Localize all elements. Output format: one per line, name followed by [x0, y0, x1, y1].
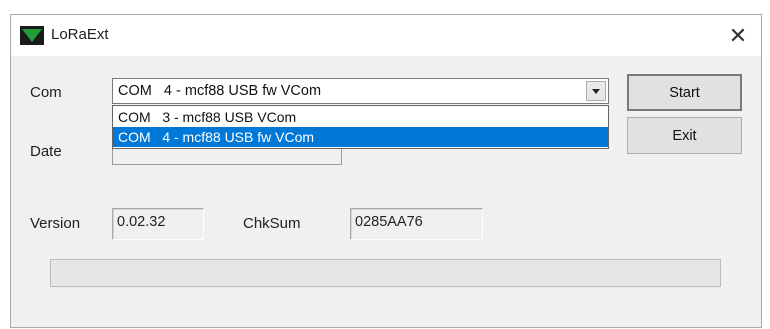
app-icon	[20, 26, 44, 45]
com-selected-value: COM 4 - mcf88 USB fw VCom	[118, 83, 322, 99]
start-button[interactable]: Start	[627, 74, 742, 111]
chksum-label: ChkSum	[243, 215, 301, 232]
date-label: Date	[30, 143, 62, 160]
chevron-down-icon[interactable]	[586, 81, 606, 101]
close-button[interactable]: ✕	[715, 15, 761, 56]
app-window: LoRaExt ✕ Com COM 4 - mcf88 USB fw VCom …	[10, 14, 762, 328]
com-dropdown-list: COM 3 - mcf88 USB VCom COM 4 - mcf88 USB…	[112, 105, 609, 149]
chksum-field: 0285AA76	[350, 208, 483, 240]
version-field: 0.02.32	[112, 208, 204, 240]
window-title: LoRaExt	[51, 26, 109, 43]
com-select[interactable]: COM 4 - mcf88 USB fw VCom	[112, 78, 609, 104]
title-bar: LoRaExt ✕	[11, 15, 761, 56]
com-option-1[interactable]: COM 3 - mcf88 USB VCom	[113, 107, 608, 127]
exit-button[interactable]: Exit	[627, 117, 742, 154]
version-label: Version	[30, 215, 81, 232]
date-field	[112, 149, 342, 165]
com-label: Com	[30, 84, 62, 101]
progress-bar	[50, 259, 721, 287]
close-icon: ✕	[728, 22, 748, 48]
com-option-2-selected[interactable]: COM 4 - mcf88 USB fw VCom	[113, 127, 608, 147]
